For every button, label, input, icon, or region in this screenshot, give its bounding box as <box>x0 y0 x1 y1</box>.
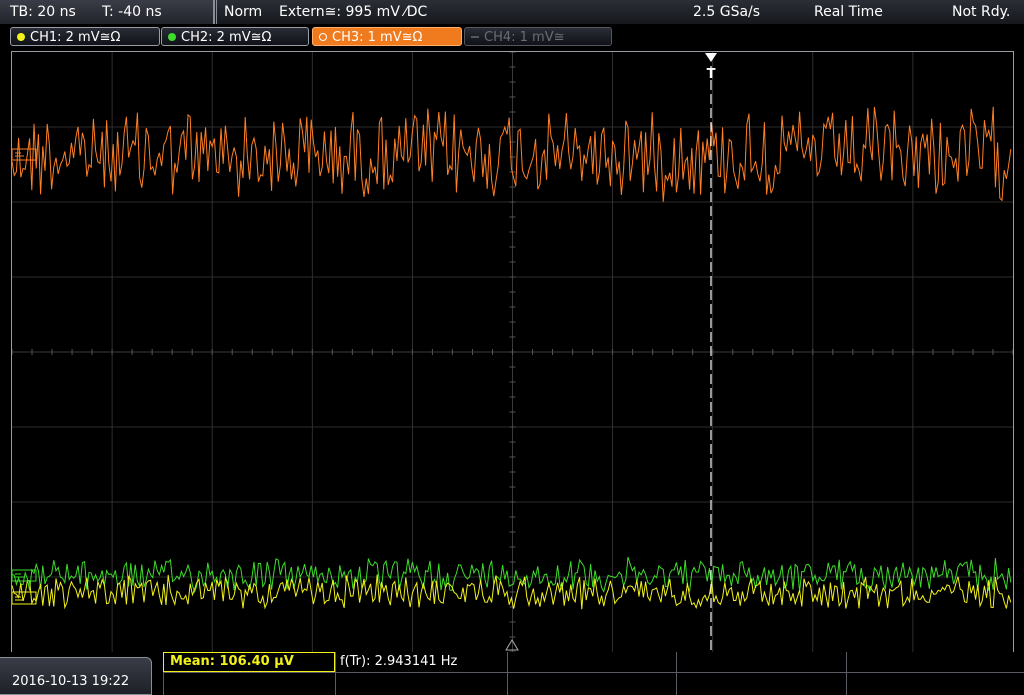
bottom-bar: 2016-10-13 19:22 Mean: 106.40 µV f(Tr): … <box>0 652 1024 695</box>
ch3-trace <box>12 106 1012 202</box>
timebase-panel[interactable]: TB: 20 ns T: -40 ns <box>0 0 215 24</box>
trigger-time-value: T: -40 ns <box>102 4 162 20</box>
timebase-value: TB: 20 ns <box>10 4 76 20</box>
acquisition-mode[interactable]: Real Time <box>814 0 883 24</box>
channel-tab-ch2[interactable]: CH2: 2 mV≅Ω <box>161 27 309 46</box>
measurement-panel[interactable]: Mean: 106.40 µV f(Tr): 2.943141 Hz <box>163 652 1024 695</box>
channel-label: CH3: 1 mV≅Ω <box>332 30 423 45</box>
mean-measurement: Mean: 106.40 µV <box>170 654 294 669</box>
channel-tab-ch4[interactable]: CH4: 1 mV≅ <box>464 27 612 46</box>
frequency-measurement: f(Tr): 2.943141 Hz <box>340 654 458 669</box>
ch4-dash-icon <box>471 36 479 38</box>
traces <box>12 106 1012 610</box>
channel-bar: CH1: 2 mV≅Ω CH2: 2 mV≅Ω CH3: 1 mV≅Ω CH4:… <box>0 24 1024 50</box>
trigger-source[interactable]: Extern≅: 995 mV ⁄DC <box>279 0 427 24</box>
channel-label: CH1: 2 mV≅Ω <box>30 30 121 45</box>
waveform-canvas: T <box>12 52 1013 652</box>
datetime: 2016-10-13 19:22 <box>12 674 130 689</box>
trigger-arrow-icon[interactable] <box>705 53 717 62</box>
run-status: Not Rdy. <box>952 4 1011 20</box>
status-bar: TB: 20 ns T: -40 ns Norm Extern≅: 995 mV… <box>0 0 1024 25</box>
channel-label: CH4: 1 mV≅ <box>484 30 565 45</box>
channel-label: CH2: 2 mV≅Ω <box>181 30 272 45</box>
graticule <box>12 52 1013 652</box>
sample-rate[interactable]: 2.5 GSa/s <box>693 0 760 24</box>
trigger-marker: T <box>707 67 716 82</box>
ch1-dot-icon <box>17 33 25 41</box>
channel-tab-ch1[interactable]: CH1: 2 mV≅Ω <box>10 27 160 46</box>
datetime-box: 2016-10-13 19:22 <box>0 657 152 695</box>
divider <box>216 0 217 24</box>
waveform-display[interactable]: T <box>11 51 1014 653</box>
channel-tab-ch3[interactable]: CH3: 1 mV≅Ω <box>312 27 462 46</box>
trigger-mode[interactable]: Norm <box>224 0 262 24</box>
ch2-dot-icon <box>168 33 176 41</box>
ch3-dot-icon <box>319 33 327 41</box>
